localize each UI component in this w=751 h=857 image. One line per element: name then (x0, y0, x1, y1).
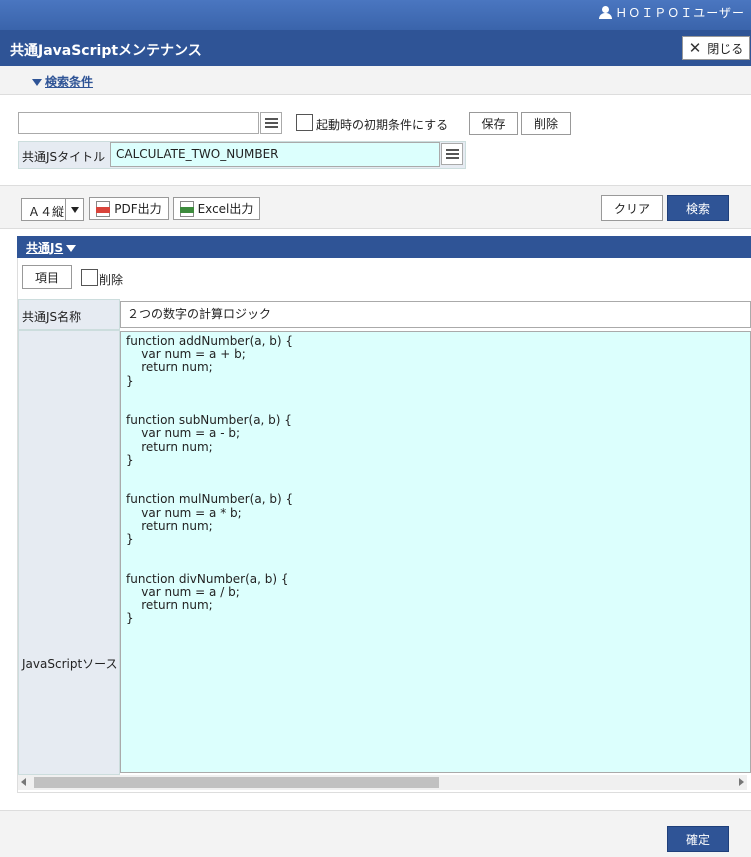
title-field-input[interactable]: CALCULATE_TWO_NUMBER (110, 142, 440, 167)
close-label: 閉じる (707, 41, 744, 56)
common-js-section-toggle[interactable]: 共通JS (26, 239, 77, 256)
source-label: JavaScriptソース (22, 657, 118, 671)
paper-size-value: Ａ４縦 (28, 205, 65, 219)
title-bar: 共通JavaScriptメンテナンス ✕ 閉じる (0, 30, 751, 66)
list-icon (445, 149, 459, 151)
list-icon (264, 118, 278, 120)
action-toolbar: Ａ４縦 PDF出力 Excel出力 クリア 検索 (0, 185, 751, 229)
scroll-right-icon[interactable] (739, 778, 744, 786)
save-button[interactable]: 保存 (469, 112, 518, 135)
top-bar: ＨＯＩＰＯＩユーザー (0, 0, 751, 30)
close-button[interactable]: ✕ 閉じる (682, 36, 750, 60)
javascript-source-code: function addNumber(a, b) { var num = a +… (126, 334, 294, 626)
startup-default-checkbox[interactable] (296, 114, 313, 131)
excel-file-icon (179, 200, 194, 217)
dropdown-arrow-icon (65, 199, 83, 220)
pdf-file-icon (96, 200, 111, 217)
triangle-down-icon (32, 79, 42, 86)
pdf-export-button[interactable]: PDF出力 (89, 197, 169, 220)
source-row-label: JavaScriptソース (18, 330, 120, 775)
saved-condition-input[interactable] (18, 112, 259, 134)
name-row-label: 共通JS名称 (18, 299, 120, 330)
javascript-source-editor[interactable]: function addNumber(a, b) { var num = a +… (120, 331, 751, 773)
clear-button[interactable]: クリア (601, 195, 663, 221)
confirm-button[interactable]: 確定 (667, 826, 729, 852)
horizontal-scrollbar[interactable] (18, 775, 747, 790)
triangle-down-icon (66, 245, 77, 252)
title-field-label: 共通JSタイトル (22, 150, 106, 164)
search-condition-bar: 検索条件 (0, 66, 751, 95)
scrollbar-thumb[interactable] (34, 777, 439, 788)
pdf-export-label: PDF出力 (114, 202, 162, 216)
close-icon: ✕ (688, 38, 702, 57)
delete-row-checkbox[interactable] (81, 269, 98, 286)
paper-size-select[interactable]: Ａ４縦 (21, 198, 84, 221)
delete-condition-button[interactable]: 削除 (521, 112, 571, 135)
title-list-button[interactable] (441, 143, 463, 165)
name-label: 共通JS名称 (22, 310, 82, 324)
js-name-input[interactable]: ２つの数字の計算ロジック (120, 301, 751, 328)
search-condition-toggle[interactable]: 検索条件 (32, 73, 93, 90)
scroll-left-icon[interactable] (21, 778, 26, 786)
excel-export-label: Excel出力 (197, 202, 254, 216)
footer-bar: 確定 (0, 810, 751, 857)
excel-export-button[interactable]: Excel出力 (173, 197, 260, 220)
page-title: 共通JavaScriptメンテナンス (10, 43, 202, 59)
startup-default-label: 起動時の初期条件にする (316, 118, 449, 132)
search-condition-label: 検索条件 (45, 75, 94, 89)
user-menu[interactable]: ＨＯＩＰＯＩユーザー (599, 4, 745, 21)
common-js-section-header: 共通JS (17, 236, 751, 258)
user-name: ＨＯＩＰＯＩユーザー (615, 6, 745, 20)
section-title: 共通JS (26, 241, 64, 255)
delete-row-label: 削除 (99, 273, 124, 287)
condition-list-button[interactable] (260, 112, 282, 134)
item-button[interactable]: 項目 (22, 265, 72, 289)
search-button[interactable]: 検索 (667, 195, 729, 221)
user-icon (599, 6, 613, 19)
